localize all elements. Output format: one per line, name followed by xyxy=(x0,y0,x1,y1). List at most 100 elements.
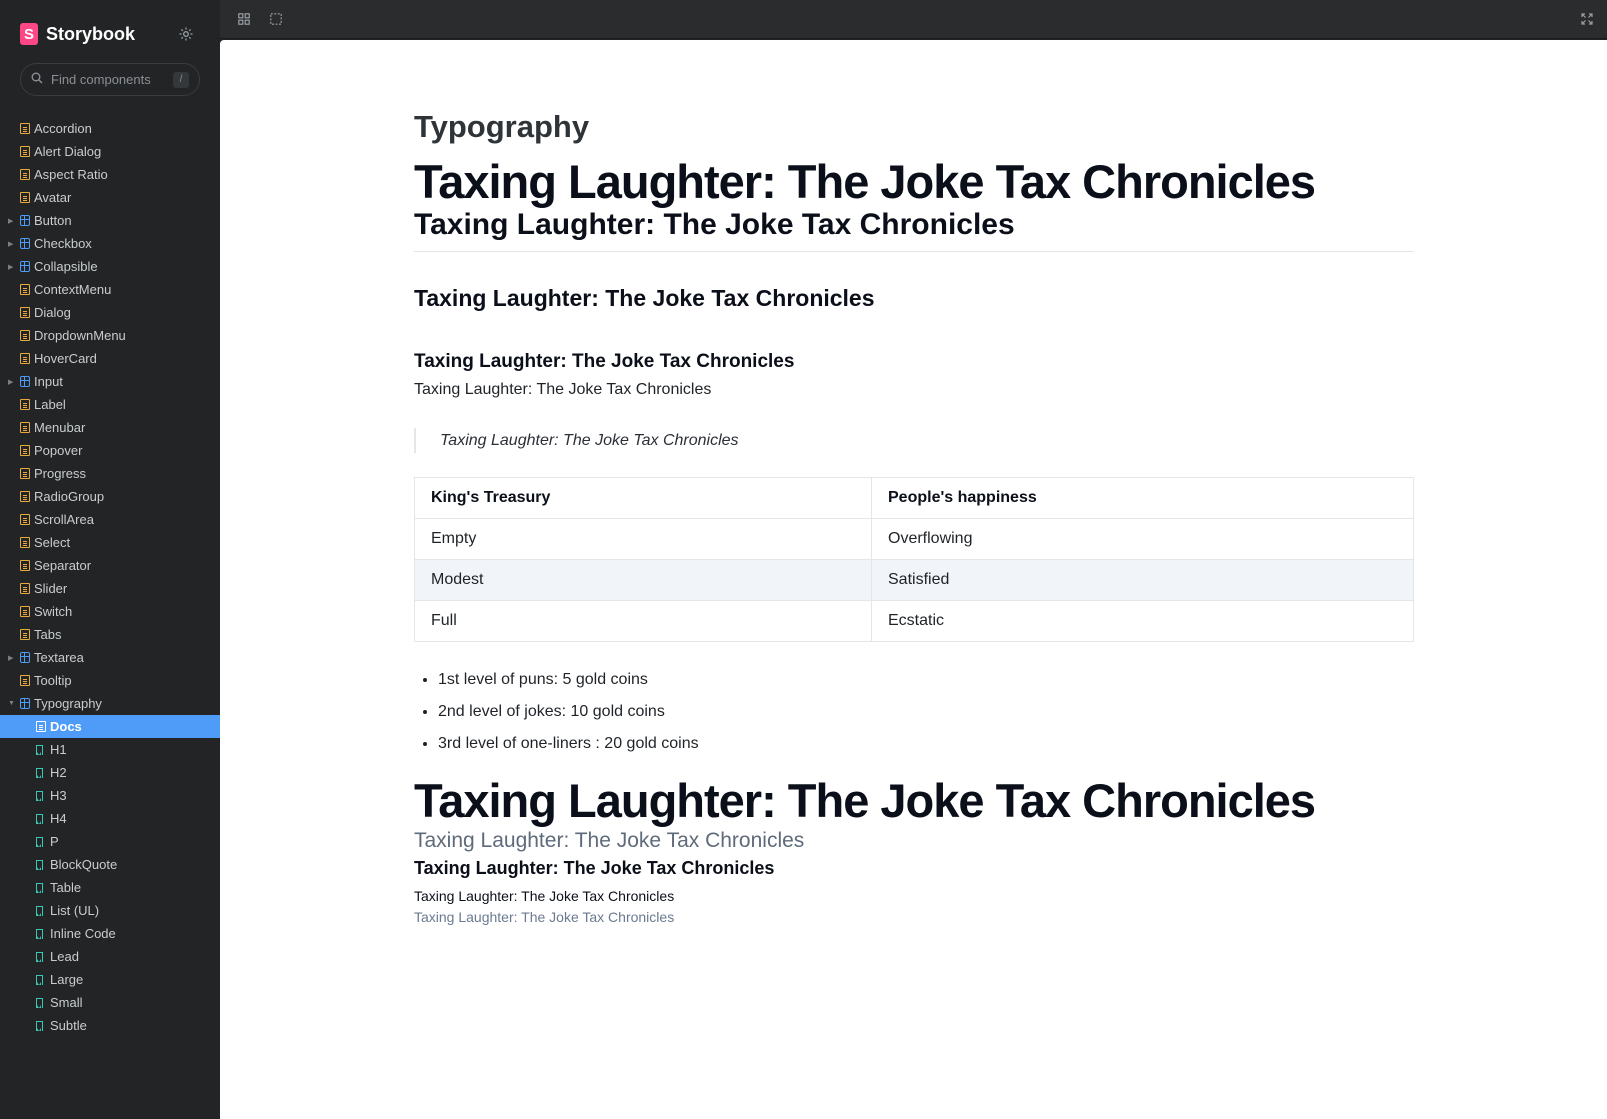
document-icon xyxy=(20,399,30,410)
sidebar-item-menubar[interactable]: Menubar xyxy=(0,416,220,439)
sidebar-item-label: List (UL) xyxy=(50,903,100,918)
sidebar-item-subtle[interactable]: Subtle xyxy=(0,1014,220,1037)
sidebar-item-list-ul[interactable]: List (UL) xyxy=(0,899,220,922)
sidebar-item-label: Inline Code xyxy=(50,926,116,941)
sidebar-item-radiogroup[interactable]: RadioGroup xyxy=(0,485,220,508)
component-icon xyxy=(20,261,30,272)
page-title: Typography xyxy=(414,109,590,144)
list-item: 3rd level of one-liners : 20 gold coins xyxy=(438,731,699,763)
sidebar-item-dropdownmenu[interactable]: DropdownMenu xyxy=(0,324,220,347)
chevron-right-icon[interactable]: ▶ xyxy=(8,378,13,386)
sidebar-item-label: P xyxy=(50,834,59,849)
blockquote: Taxing Laughter: The Joke Tax Chronicles xyxy=(414,428,739,453)
sidebar-item-label: BlockQuote xyxy=(50,857,118,872)
sidebar-item-dialog[interactable]: Dialog xyxy=(0,301,220,324)
search-box[interactable]: / xyxy=(20,63,200,96)
settings-gear-icon[interactable] xyxy=(176,24,196,44)
sidebar-item-small[interactable]: Small xyxy=(0,991,220,1014)
sidebar-item-label: Input xyxy=(34,374,63,389)
sidebar-item-checkbox[interactable]: ▶ Checkbox xyxy=(0,232,220,255)
sidebar-item-p[interactable]: P xyxy=(0,830,220,853)
sidebar-item-tabs[interactable]: Tabs xyxy=(0,623,220,646)
sidebar-item-h4[interactable]: H4 xyxy=(0,807,220,830)
document-icon xyxy=(20,284,30,295)
document-icon xyxy=(20,123,30,134)
sidebar-item-progress[interactable]: Progress xyxy=(0,462,220,485)
sidebar-item-inline-code[interactable]: Inline Code xyxy=(0,922,220,945)
sidebar-tree: Accordion Alert Dialog Aspect Ratio Avatar ▶… xyxy=(0,117,220,1037)
sidebar-item-label: Lead xyxy=(50,949,79,964)
document-icon xyxy=(20,560,30,571)
sidebar-item-label: Tooltip xyxy=(34,673,72,688)
chevron-right-icon[interactable]: ▶ xyxy=(8,263,13,271)
sidebar-item-tooltip[interactable]: Tooltip xyxy=(0,669,220,692)
document-icon xyxy=(20,675,30,686)
sidebar-item-separator[interactable]: Separator xyxy=(0,554,220,577)
table-cell: Ecstatic xyxy=(871,600,1414,642)
sidebar-item-select[interactable]: Select xyxy=(0,531,220,554)
sidebar-item-textarea[interactable]: ▶ Textarea xyxy=(0,646,220,669)
sidebar-item-input[interactable]: ▶ Input xyxy=(0,370,220,393)
search-input[interactable] xyxy=(51,72,161,87)
sidebar-item-collapsible[interactable]: ▶ Collapsible xyxy=(0,255,220,278)
sidebar-item-label[interactable]: Label xyxy=(0,393,220,416)
sidebar-item-label: H4 xyxy=(50,811,67,826)
document-icon xyxy=(20,307,30,318)
sidebar-item-scrollarea[interactable]: ScrollArea xyxy=(0,508,220,531)
bookmark-icon xyxy=(36,836,43,847)
grid-icon[interactable] xyxy=(236,11,252,27)
document-icon xyxy=(20,468,30,479)
sidebar-item-switch[interactable]: Switch xyxy=(0,600,220,623)
bookmark-icon xyxy=(36,951,43,962)
table-cell: Full xyxy=(414,600,872,642)
sidebar-item-label: Select xyxy=(34,535,71,550)
bookmark-icon xyxy=(36,974,43,985)
component-icon xyxy=(20,698,30,709)
sidebar-item-lead[interactable]: Lead xyxy=(0,945,220,968)
document-icon xyxy=(20,330,30,341)
outline-icon[interactable] xyxy=(268,11,284,27)
sidebar-item-h3[interactable]: H3 xyxy=(0,784,220,807)
sidebar-item-docs[interactable]: Docs xyxy=(0,715,220,738)
sidebar-item-accordion[interactable]: Accordion xyxy=(0,117,220,140)
sidebar-item-blockquote[interactable]: BlockQuote xyxy=(0,853,220,876)
document-icon xyxy=(20,422,30,433)
chevron-right-icon[interactable]: ▶ xyxy=(8,654,13,662)
sidebar-item-slider[interactable]: Slider xyxy=(0,577,220,600)
sidebar-item-label: RadioGroup xyxy=(34,489,105,504)
sidebar-item-typography[interactable]: ▼ Typography xyxy=(0,692,220,715)
sidebar-item-alert-dialog[interactable]: Alert Dialog xyxy=(0,140,220,163)
chevron-right-icon[interactable]: ▶ xyxy=(8,240,13,248)
sidebar-item-avatar[interactable]: Avatar xyxy=(0,186,220,209)
sidebar-item-aspect-ratio[interactable]: Aspect Ratio xyxy=(0,163,220,186)
chevron-down-icon[interactable]: ▼ xyxy=(8,700,15,707)
heading-h2: Taxing Laughter: The Joke Tax Chronicles xyxy=(414,208,1015,241)
heading-h4: Taxing Laughter: The Joke Tax Chronicles xyxy=(414,351,795,372)
sidebar-item-hovercard[interactable]: HoverCard xyxy=(0,347,220,370)
sidebar-item-button[interactable]: ▶ Button xyxy=(0,209,220,232)
treasury-table: King's Treasury People's happiness Empty… xyxy=(414,477,1414,642)
table-cell: Modest xyxy=(414,559,872,601)
table-header-cell: King's Treasury xyxy=(414,477,872,519)
brand[interactable]: S Storybook xyxy=(20,22,135,46)
document-icon xyxy=(20,583,30,594)
sidebar-item-label: H2 xyxy=(50,765,67,780)
chevron-right-icon[interactable]: ▶ xyxy=(8,217,13,225)
document-icon xyxy=(20,514,30,525)
sidebar-item-large[interactable]: Large xyxy=(0,968,220,991)
fullscreen-icon[interactable] xyxy=(1579,11,1595,27)
component-icon xyxy=(20,215,30,226)
document-icon xyxy=(20,445,30,456)
document-icon xyxy=(20,192,30,203)
document-icon xyxy=(20,629,30,640)
sidebar-item-contextmenu[interactable]: ContextMenu xyxy=(0,278,220,301)
heading-h1-second: Taxing Laughter: The Joke Tax Chronicles xyxy=(414,774,1316,827)
sidebar-item-label: Textarea xyxy=(34,650,84,665)
sidebar-item-h2[interactable]: H2 xyxy=(0,761,220,784)
sidebar-item-h1[interactable]: H1 xyxy=(0,738,220,761)
sidebar-item-table[interactable]: Table xyxy=(0,876,220,899)
sidebar-item-label: Button xyxy=(34,213,72,228)
sidebar-item-popover[interactable]: Popover xyxy=(0,439,220,462)
large-text: Taxing Laughter: The Joke Tax Chronicles xyxy=(414,858,775,878)
h2-divider xyxy=(414,251,1414,252)
